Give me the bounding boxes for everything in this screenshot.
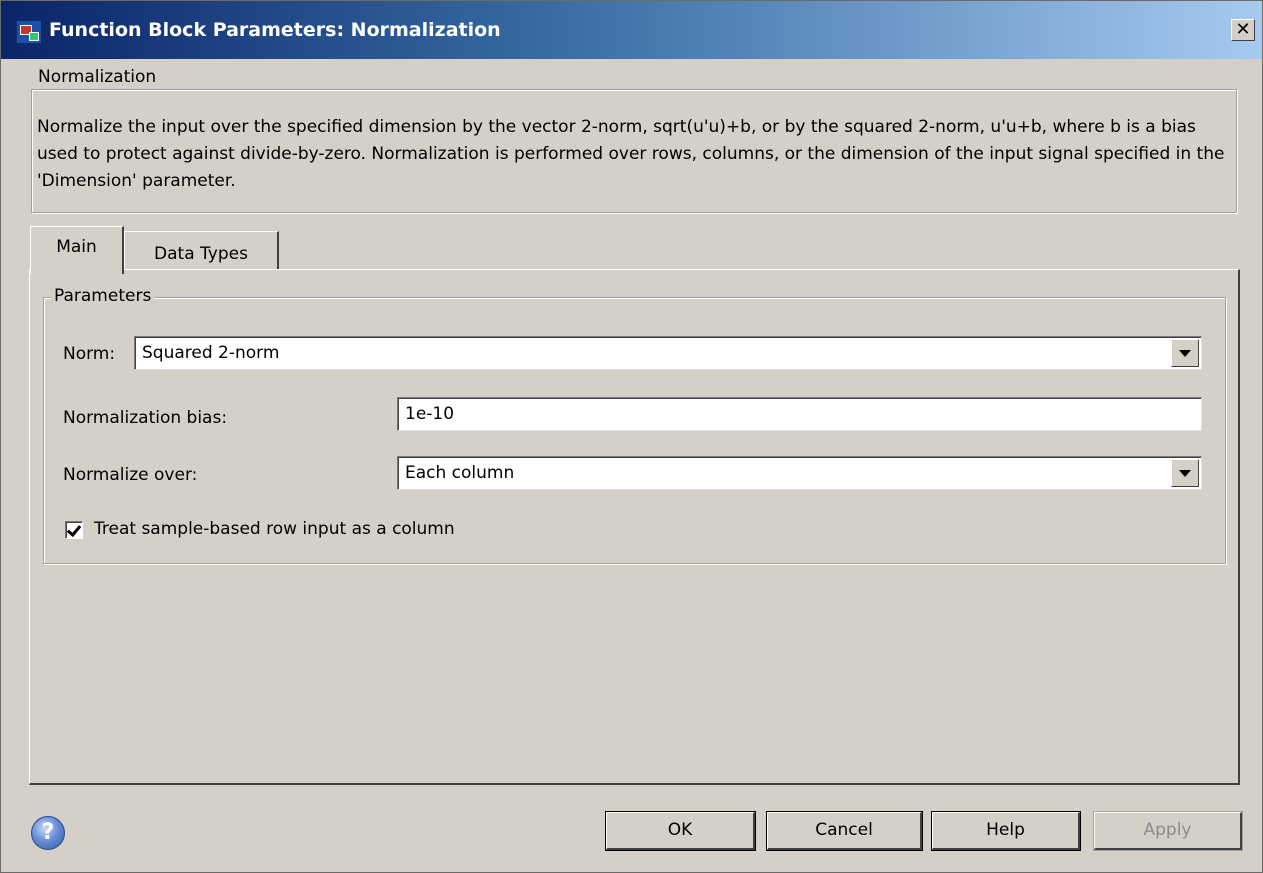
- help-button-label: Help: [986, 820, 1025, 840]
- cancel-button[interactable]: Cancel: [766, 811, 923, 851]
- norm-dropdown[interactable]: Squared 2-norm: [134, 336, 1202, 370]
- chevron-down-icon[interactable]: [1171, 339, 1199, 367]
- tab-main[interactable]: Main: [30, 226, 124, 274]
- treat-row-as-column-checkbox[interactable]: [65, 521, 83, 539]
- normalize-over-dropdown[interactable]: Each column: [397, 456, 1202, 490]
- description-group-legend: Normalization: [35, 67, 160, 87]
- ok-button-label: OK: [667, 820, 693, 840]
- parameters-group-legend: Parameters: [51, 286, 155, 306]
- apply-button[interactable]: Apply: [1093, 811, 1243, 851]
- apply-button-label: Apply: [1143, 820, 1192, 840]
- dialog-window: Function Block Parameters: Normalization…: [0, 0, 1263, 873]
- ok-button[interactable]: OK: [605, 811, 756, 851]
- tab-main-label: Main: [56, 237, 97, 257]
- window-title: Function Block Parameters: Normalization: [49, 19, 501, 41]
- chevron-down-icon[interactable]: [1171, 459, 1199, 487]
- title-bar[interactable]: Function Block Parameters: Normalization…: [1, 1, 1262, 59]
- normalization-bias-input[interactable]: 1e-10: [397, 397, 1202, 431]
- close-button[interactable]: ✕: [1231, 19, 1255, 41]
- normalize-over-label: Normalize over:: [63, 465, 198, 485]
- simulink-block-icon: [16, 20, 42, 44]
- normalization-bias-label: Normalization bias:: [63, 408, 228, 428]
- norm-dropdown-value: Squared 2-norm: [142, 343, 280, 363]
- help-button[interactable]: Help: [931, 811, 1081, 851]
- normalization-bias-value: 1e-10: [405, 404, 455, 424]
- norm-label: Norm:: [63, 344, 116, 364]
- normalize-over-dropdown-value: Each column: [405, 463, 515, 483]
- help-icon[interactable]: ?: [31, 816, 65, 850]
- tab-data-types-label: Data Types: [154, 244, 248, 264]
- tab-data-types[interactable]: Data Types: [124, 231, 279, 270]
- cancel-button-label: Cancel: [815, 820, 873, 840]
- treat-row-as-column-label[interactable]: Treat sample-based row input as a column: [94, 519, 455, 539]
- block-description: Normalize the input over the specified d…: [37, 117, 1225, 191]
